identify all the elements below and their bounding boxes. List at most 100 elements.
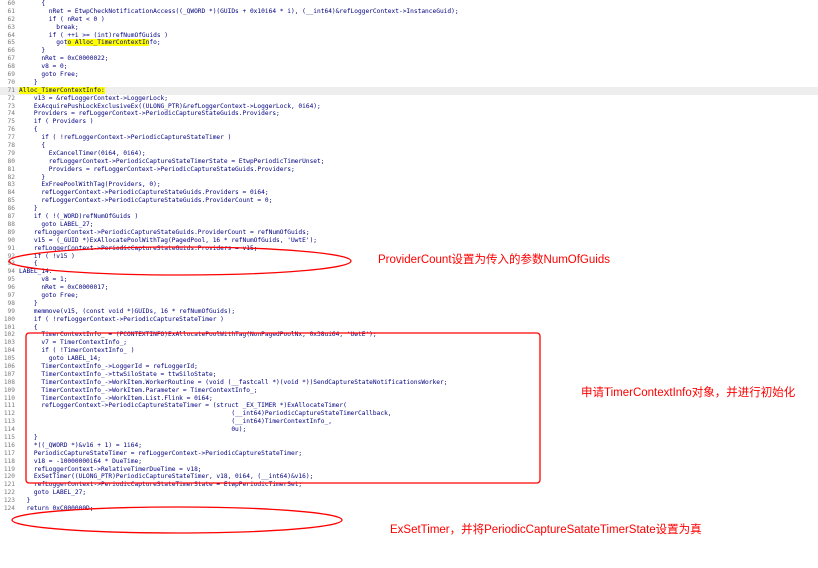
code-line[interactable]: 77 if ( !refLoggerContext->PeriodicCaptu… — [0, 134, 818, 142]
code-text: TimerContextInfo_->ttwSiloState = ttwSil… — [19, 370, 217, 378]
code-text: v15 = (_GUID *)ExAllocatePoolWithTag(Pag… — [19, 236, 318, 244]
code-line[interactable]: 68 v8 = 0; — [0, 63, 818, 71]
code-line[interactable]: 85 refLoggerContext->PeriodicCaptureStat… — [0, 197, 818, 205]
code-text: refLoggerContext->PeriodicCaptureStateGu… — [19, 228, 310, 236]
code-line[interactable]: 69 goto Free; — [0, 71, 818, 79]
code-line[interactable]: 70 } — [0, 79, 818, 87]
line-number: 95 — [7, 276, 15, 284]
code-text: goto LABEL_27; — [19, 489, 87, 497]
line-number: 74 — [7, 110, 15, 118]
code-text: v18 = -10000000i64 * DueTime; — [19, 457, 142, 465]
code-line[interactable]: 102 TimerContextInfo_ = (PCONTEXTINFO)Ex… — [0, 331, 818, 339]
code-line[interactable]: 124 return 0xC000000D; — [0, 505, 818, 513]
code-line[interactable]: 120 ExSetTimer((ULONG_PTR)PeriodicCaptur… — [0, 473, 818, 481]
code-line[interactable]: 111 refLoggerContext->PeriodicCaptureSta… — [0, 402, 818, 410]
code-line[interactable]: 87 if ( !(_WORD)refNumOfGuids ) — [0, 213, 818, 221]
code-line[interactable]: 81 Providers = refLoggerContext->Periodi… — [0, 166, 818, 174]
code-text: nRet = 0xC0000017; — [19, 284, 109, 292]
code-line[interactable]: 97 goto Free; — [0, 292, 818, 300]
code-line[interactable]: 64 if ( ++i >= (int)refNumOfGuids ) — [0, 32, 818, 40]
line-number: 62 — [7, 15, 15, 23]
code-text: if ( !refLoggerContext->PeriodicCaptureS… — [19, 134, 232, 142]
code-line[interactable]: 116 *((_QWORD *)&v16 + 1) = 1i64; — [0, 442, 818, 450]
line-number: 91 — [7, 244, 15, 252]
line-number: 79 — [7, 149, 15, 157]
line-number: 113 — [3, 418, 15, 426]
code-text: ExSetTimer((ULONG_PTR)PeriodicCaptureSta… — [19, 473, 314, 481]
code-line[interactable]: 107 TimerContextInfo_->ttwSiloState = tt… — [0, 371, 818, 379]
code-line[interactable]: 88 goto LABEL_27; — [0, 221, 818, 229]
code-text: Providers = refLoggerContext->PeriodicCa… — [19, 110, 280, 118]
line-number: 106 — [3, 362, 15, 370]
code-line[interactable]: 78 { — [0, 142, 818, 150]
code-line[interactable]: 71 Alloc_TimerContextInfo: — [0, 86, 818, 95]
code-line[interactable]: 76 { — [0, 126, 818, 134]
code-line[interactable]: 115 } — [0, 434, 818, 442]
line-number: 92 — [7, 252, 15, 260]
line-number: 67 — [7, 55, 15, 63]
code-line[interactable]: 90 v15 = (_GUID *)ExAllocatePoolWithTag(… — [0, 237, 818, 245]
code-line[interactable]: 119 refLoggerContext->RelativeTimerDueTi… — [0, 466, 818, 474]
code-line[interactable]: 100 if ( !refLoggerContext->PeriodicCapt… — [0, 316, 818, 324]
code-line[interactable]: 62 if ( nRet < 0 ) — [0, 16, 818, 24]
code-text: *((_QWORD *)&v16 + 1) = 1i64; — [19, 441, 142, 449]
code-line[interactable]: 73 ExAcquirePushLockExclusiveEx((ULONG_P… — [0, 103, 818, 111]
code-line[interactable]: 101 { — [0, 324, 818, 332]
code-text: 0u); — [19, 426, 247, 434]
code-line[interactable]: 74 Providers = refLoggerContext->Periodi… — [0, 110, 818, 118]
code-line[interactable]: 65 goto Alloc_TimerContextInfo; — [0, 39, 818, 47]
code-text: refLoggerContext->PeriodicCaptureStateGu… — [19, 197, 273, 205]
line-number: 84 — [7, 189, 15, 197]
code-line[interactable]: 104 if ( !TimerContextInfo_ ) — [0, 347, 818, 355]
code-line[interactable]: 80 refLoggerContext->PeriodicCaptureStat… — [0, 158, 818, 166]
line-number: 116 — [3, 441, 15, 449]
code-line[interactable]: 112 (__int64)PeriodicCaptureStateTimerCa… — [0, 410, 818, 418]
code-line[interactable]: 106 TimerContextInfo_->LoggerId = refLog… — [0, 363, 818, 371]
code-line[interactable]: 99 memmove(v15, (const void *)GUIDs, 16 … — [0, 308, 818, 316]
code-line[interactable]: 105 goto LABEL_14; — [0, 355, 818, 363]
code-text: TimerContextInfo_->WorkItem.Parameter = … — [19, 386, 258, 394]
code-line[interactable]: 61 nRet = EtwpCheckNotificationAccess((_… — [0, 8, 818, 16]
code-line[interactable]: 118 v18 = -10000000i64 * DueTime; — [0, 458, 818, 466]
code-line[interactable]: 103 v7 = TimerContextInfo_; — [0, 339, 818, 347]
code-line[interactable]: 94 LABEL_14: — [0, 268, 818, 276]
code-line[interactable]: 123 } — [0, 497, 818, 505]
code-line[interactable]: 66 } — [0, 47, 818, 55]
code-line[interactable]: 122 goto LABEL_27; — [0, 489, 818, 497]
code-line[interactable]: 114 0u); — [0, 426, 818, 434]
code-line[interactable]: 89 refLoggerContext->PeriodicCaptureStat… — [0, 229, 818, 237]
code-line[interactable]: 63 break; — [0, 24, 818, 32]
code-line[interactable]: 75 if ( Providers ) — [0, 118, 818, 126]
code-line[interactable]: 96 nRet = 0xC0000017; — [0, 284, 818, 292]
code-line[interactable]: 82 } — [0, 174, 818, 182]
line-number: 86 — [7, 205, 15, 213]
line-number: 89 — [7, 228, 15, 236]
code-text: TimerContextInfo_ = (PCONTEXTINFO)ExAllo… — [19, 331, 377, 339]
code-text: Alloc_TimerContextInfo: — [19, 86, 105, 95]
line-number: 100 — [3, 315, 15, 323]
code-line[interactable]: 79 ExCancelTimer(0i64, 0i64); — [0, 150, 818, 158]
code-line[interactable]: 60 { — [0, 0, 818, 8]
code-text: refLoggerContext->RelativeTimerDueTime =… — [19, 465, 202, 473]
code-text: refLoggerContext->PeriodicCaptureStateTi… — [19, 402, 347, 410]
code-line[interactable]: 72 v13 = &refLoggerContext->LoggerLock; — [0, 95, 818, 103]
code-text: nRet = EtwpCheckNotificationAccess((_QWO… — [19, 7, 459, 15]
code-line[interactable]: 113 (__int64)TimerContextInfo_, — [0, 418, 818, 426]
code-line[interactable]: 121 refLoggerContext->PeriodicCaptureSta… — [0, 481, 818, 489]
code-line[interactable]: 83 ExFreePoolWithTag(Providers, 0); — [0, 181, 818, 189]
line-number: 107 — [3, 370, 15, 378]
code-line[interactable]: 84 refLoggerContext->PeriodicCaptureStat… — [0, 189, 818, 197]
line-number: 117 — [3, 449, 15, 457]
code-line[interactable]: 117 PeriodicCaptureStateTimer = refLogge… — [0, 450, 818, 458]
code-text: } — [19, 205, 38, 213]
line-number: 70 — [7, 78, 15, 86]
code-line[interactable]: 86 } — [0, 205, 818, 213]
code-line[interactable]: 67 nRet = 0xC0000022; — [0, 55, 818, 63]
code-text: refLoggerContext->PeriodicCaptureStateTi… — [19, 157, 325, 165]
line-number: 88 — [7, 220, 15, 228]
line-number: 63 — [7, 23, 15, 31]
code-text: if ( !v15 ) — [19, 252, 75, 260]
code-line[interactable]: 95 v8 = 1; — [0, 276, 818, 284]
code-line[interactable]: 98 } — [0, 300, 818, 308]
line-number: 96 — [7, 284, 15, 292]
